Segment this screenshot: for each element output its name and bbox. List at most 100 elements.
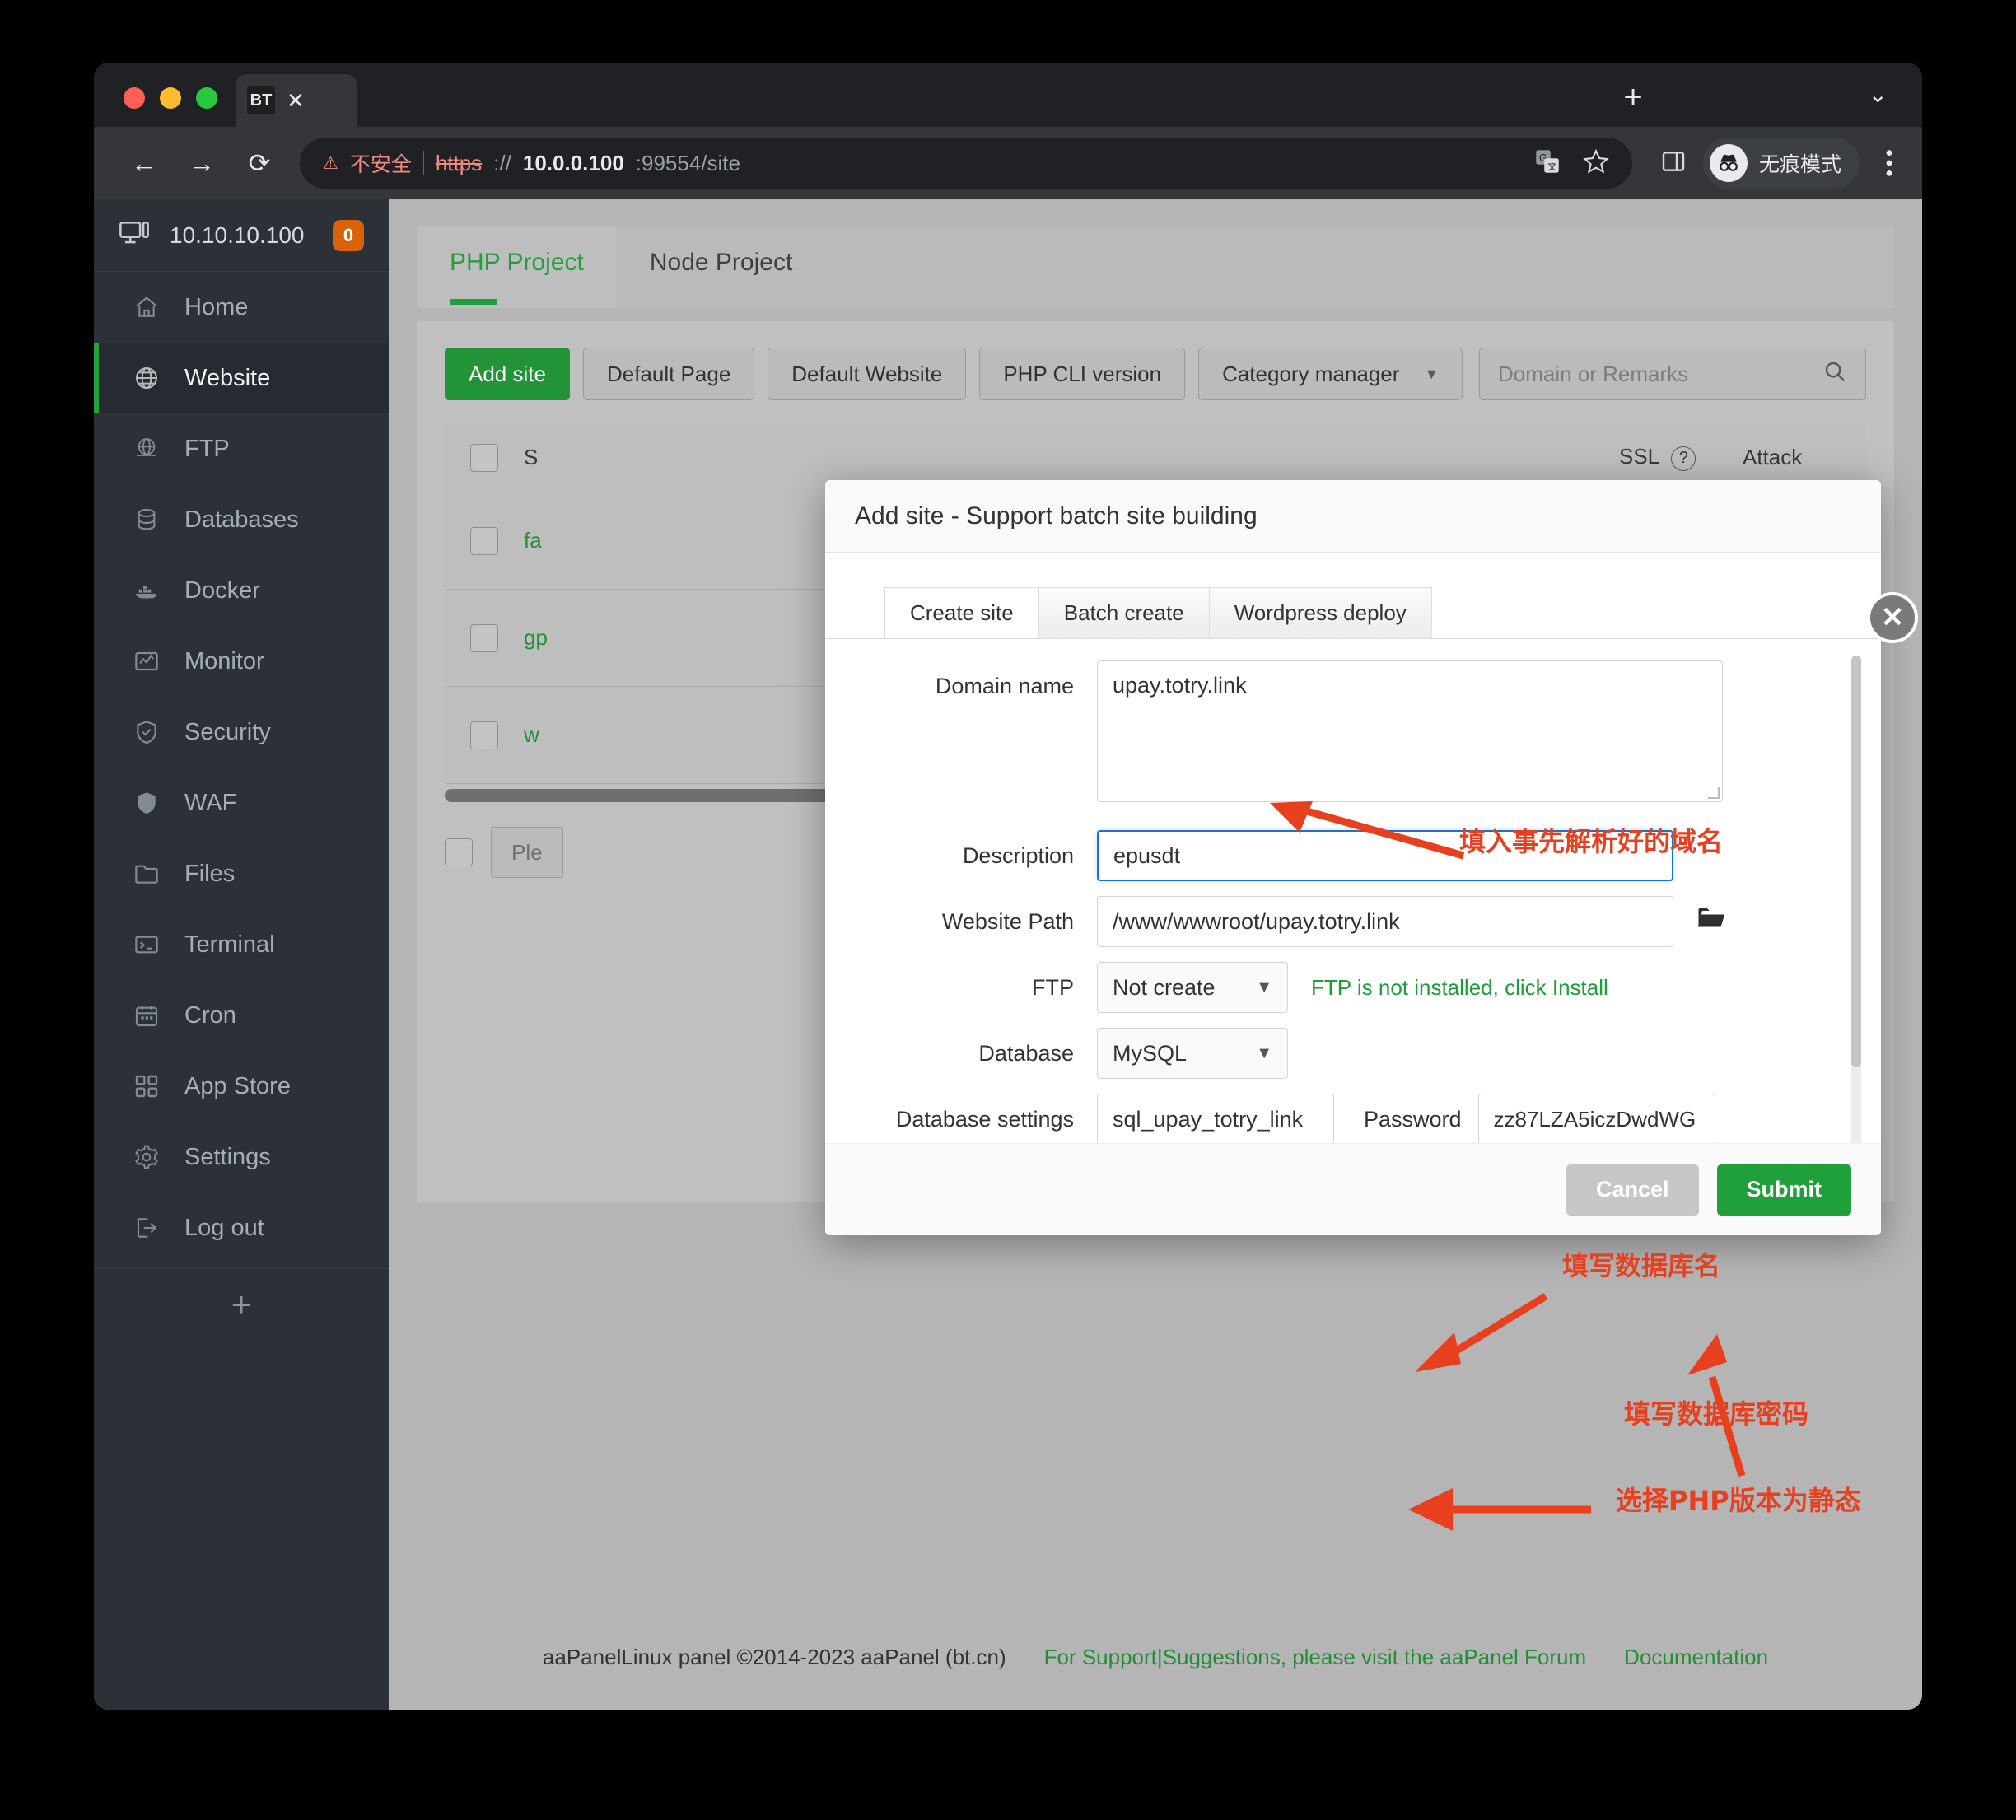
browser-window: BT ✕ + ⌄ ← → ⟳ ⚠ 不安全 https:// 10.0.0.100:…: [94, 63, 1922, 1710]
password-label: Password: [1364, 1107, 1462, 1132]
new-tab-button[interactable]: +: [1613, 77, 1653, 117]
tab-create-site[interactable]: Create site: [884, 587, 1039, 638]
database-dropdown[interactable]: MySQL ▼: [1097, 1028, 1288, 1079]
sidebar-item-cron[interactable]: Cron: [94, 980, 389, 1051]
sidebar-item-label: Log out: [184, 1214, 264, 1241]
sidebar-item-home[interactable]: Home: [94, 272, 389, 343]
sidebar-item-website[interactable]: Website: [94, 343, 389, 413]
php-annotation-text: 选择PHP版本为静态: [1616, 1485, 1861, 1516]
incognito-label: 无痕模式: [1758, 153, 1841, 176]
sidebar-item-settings[interactable]: Settings: [94, 1122, 389, 1192]
reload-button[interactable]: ⟳: [234, 138, 285, 189]
home-icon: [132, 292, 161, 322]
sidebar-item-waf[interactable]: WAF: [94, 768, 389, 838]
globe-icon: [132, 363, 161, 393]
database-password-input[interactable]: zz87LZA5iczDwdWG: [1477, 1094, 1715, 1143]
tab-favicon: BT: [247, 86, 275, 114]
scrollbar-thumb[interactable]: [1851, 656, 1861, 1067]
translate-icon[interactable]: G文: [1535, 149, 1560, 178]
dialog-tabs: Create site Batch create Wordpress deplo…: [825, 553, 1881, 639]
database-settings-label: Database settings: [895, 1107, 1074, 1132]
sidebar-item-security[interactable]: Security: [94, 697, 389, 768]
sidebar-item-label: Security: [184, 718, 271, 745]
sidebar-item-label: FTP: [184, 435, 230, 462]
sidebar-add-button[interactable]: +: [94, 1269, 389, 1340]
main-content: PHP Project Node Project Add site Defaul…: [389, 199, 1922, 1710]
dbname-annotation-text: 填写数据库名: [1562, 1250, 1721, 1281]
url-path: :99554/site: [635, 150, 740, 175]
cancel-button[interactable]: Cancel: [1566, 1164, 1699, 1216]
sidebar-item-log-out[interactable]: Log out: [94, 1192, 389, 1263]
monitor-icon: [132, 646, 161, 676]
maximize-window-button[interactable]: [196, 87, 217, 109]
minimize-window-button[interactable]: [160, 87, 181, 109]
incognito-profile-button[interactable]: 无痕模式: [1702, 138, 1860, 189]
docker-icon: [132, 576, 161, 605]
sidebar-item-databases[interactable]: Databases: [94, 484, 389, 555]
bookmark-star-icon[interactable]: [1583, 148, 1609, 179]
dialog-form: Domain name upay.totry.link Description …: [825, 639, 1881, 1143]
sidebar-item-label: Settings: [184, 1143, 271, 1170]
sidebar-item-terminal[interactable]: Terminal: [94, 909, 389, 980]
back-button[interactable]: ←: [119, 138, 170, 189]
ftp-icon: [132, 434, 161, 464]
sidebar-item-app-store[interactable]: App Store: [94, 1051, 389, 1122]
url-host: 10.0.0.100: [522, 150, 624, 175]
folder-open-icon[interactable]: [1696, 906, 1728, 938]
sidebar-item-label: Monitor: [184, 647, 264, 674]
dbpassword-annotation-text: 填写数据库密码: [1624, 1398, 1809, 1430]
page-content: 10.10.10.100 0 Home Website FTP Database…: [94, 199, 1922, 1710]
sidebar-item-ftp[interactable]: FTP: [94, 413, 389, 484]
notification-badge[interactable]: 0: [333, 219, 364, 251]
chevron-down-icon[interactable]: ⌄: [1869, 81, 1888, 108]
server-monitor-icon: [119, 217, 150, 253]
sidebar-item-docker[interactable]: Docker: [94, 555, 389, 626]
shield-check-icon: [132, 717, 161, 747]
gear-icon: [132, 1142, 161, 1172]
database-name-input[interactable]: sql_upay_totry_link: [1097, 1094, 1334, 1143]
modal-overlay: ✕ Add site - Support batch site building…: [389, 199, 1922, 1710]
ftp-value: Not create: [1113, 974, 1216, 1000]
sidebar-item-files[interactable]: Files: [94, 838, 389, 909]
tab-close-icon[interactable]: ✕: [287, 90, 305, 111]
sidebar: 10.10.10.100 0 Home Website FTP Database…: [94, 199, 389, 1710]
sidebar-header[interactable]: 10.10.10.100 0: [94, 199, 389, 272]
browser-menu-icon[interactable]: [1881, 149, 1897, 177]
dialog-scrollbar[interactable]: [1851, 656, 1861, 1143]
shield-icon: [132, 788, 161, 818]
ftp-dropdown[interactable]: Not create ▼: [1097, 962, 1288, 1013]
tab-wordpress-deploy[interactable]: Wordpress deploy: [1208, 587, 1432, 638]
form-row-website-path: Website Path /www/wwwroot/upay.totry.lin…: [825, 896, 1881, 947]
sidebar-item-label: Terminal: [184, 931, 275, 958]
resize-handle-icon[interactable]: [1708, 787, 1720, 799]
side-panel-icon[interactable]: [1660, 148, 1687, 179]
database-icon: [132, 505, 161, 534]
website-path-input[interactable]: /www/wwwroot/upay.totry.link: [1097, 896, 1673, 947]
forward-button[interactable]: →: [176, 138, 227, 189]
sidebar-item-label: Cron: [184, 1001, 236, 1029]
form-row-domain: Domain name upay.totry.link: [825, 660, 1881, 802]
domain-name-label: Domain name: [935, 674, 1074, 698]
logout-icon: [132, 1213, 161, 1243]
window-traffic-lights: [94, 87, 217, 127]
submit-button[interactable]: Submit: [1716, 1164, 1851, 1216]
close-icon[interactable]: ✕: [1867, 592, 1918, 643]
database-value: MySQL: [1113, 1040, 1188, 1066]
warning-triangle-icon: ⚠: [323, 153, 338, 173]
ftp-label: FTP: [1032, 975, 1074, 1000]
close-window-button[interactable]: [124, 87, 145, 109]
ftp-install-link[interactable]: FTP is not installed, click Install: [1311, 962, 1608, 1013]
browser-tab[interactable]: BT ✕: [236, 74, 357, 127]
form-row-database: Database MySQL ▼: [825, 1028, 1881, 1079]
tab-batch-create[interactable]: Batch create: [1038, 587, 1210, 638]
dbname-annotation-arrow: [1415, 1293, 1548, 1372]
terminal-icon: [132, 930, 161, 959]
sidebar-item-label: Databases: [184, 506, 299, 533]
database-label: Database: [978, 1041, 1074, 1066]
svg-text:文: 文: [1547, 161, 1556, 172]
sidebar-item-monitor[interactable]: Monitor: [94, 626, 389, 697]
sidebar-item-label: Home: [184, 293, 249, 320]
address-bar[interactable]: ⚠ 不安全 https:// 10.0.0.100:99554/site G文: [300, 138, 1632, 189]
domain-name-textarea[interactable]: upay.totry.link: [1097, 660, 1723, 802]
website-path-label: Website Path: [941, 909, 1074, 934]
